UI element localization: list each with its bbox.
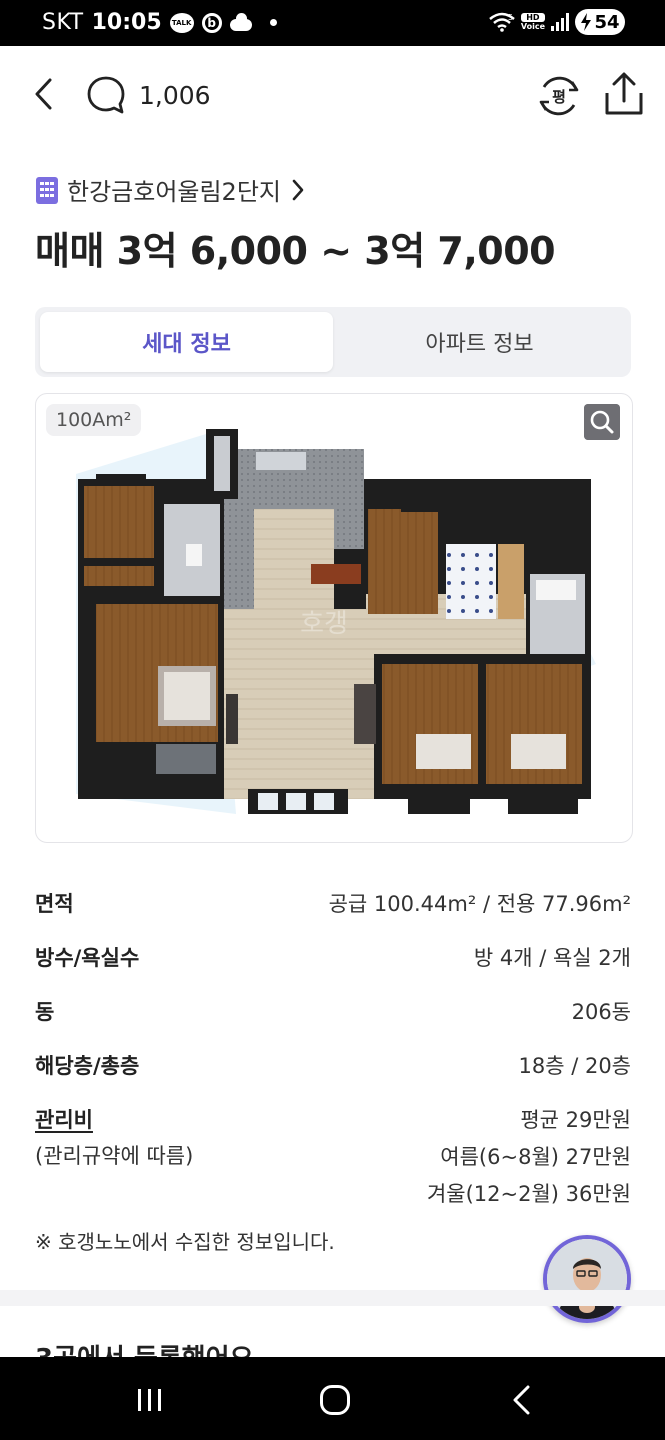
avatar-photo: [547, 1239, 627, 1319]
clock: 10:05: [91, 10, 162, 35]
rooms-label: 방수/욕실수: [35, 946, 140, 970]
pyeong-toggle-icon[interactable]: 평: [536, 73, 582, 119]
top-navigation: 1,006 평: [0, 46, 665, 146]
floorplan-card[interactable]: 100Am² 호갱: [35, 393, 633, 843]
complex-link[interactable]: 한강금호어울림2단지: [35, 172, 307, 207]
network-type-label: 5: [508, 13, 513, 22]
info-tabs: 세대 정보 아파트 정보: [35, 307, 631, 377]
share-icon[interactable]: [603, 71, 645, 117]
floor-row: 해당층/총층 18층 / 20층: [35, 1050, 631, 1080]
floor-value: 18층 / 20층: [518, 1054, 631, 1078]
floor-label: 해당층/총층: [35, 1054, 140, 1078]
section-divider: [0, 1290, 665, 1306]
rooms-value: 방 4개 / 욕실 2개: [473, 946, 631, 970]
cloud-icon: [229, 12, 252, 31]
status-bar: SKT 10:05 TALK b 5 HD Voice 54: [0, 0, 665, 46]
comment-count: 1,006: [139, 80, 211, 110]
chevron-right-icon: [292, 179, 304, 200]
comment-button[interactable]: 1,006: [85, 74, 211, 116]
floating-agent-avatar[interactable]: [543, 1235, 631, 1323]
dong-label: 동: [35, 1000, 55, 1024]
floorplan-image: 호갱: [76, 429, 596, 814]
price-range: 매매 3억 6,000 ~ 3억 7,000: [35, 229, 556, 273]
comment-icon: [87, 76, 125, 114]
charging-bolt-icon: [581, 13, 592, 31]
system-back-icon[interactable]: [510, 1384, 534, 1416]
complex-name: 한강금호어울림2단지: [67, 178, 281, 206]
carrier-label: SKT: [42, 10, 84, 35]
recent-apps-icon[interactable]: [135, 1387, 165, 1413]
fee-note: (관리규약에 따름): [35, 1144, 194, 1168]
tab-unit-info[interactable]: 세대 정보: [40, 312, 333, 372]
home-icon[interactable]: [320, 1385, 350, 1415]
dong-value: 206동: [571, 1000, 631, 1024]
unit-type-badge: 100Am²: [46, 404, 142, 436]
fee-winter: 겨울(12~2월) 36만원: [426, 1182, 631, 1206]
voice-label: Voice: [520, 22, 545, 31]
kakaotalk-icon: TALK: [169, 12, 194, 33]
zoom-icon[interactable]: [584, 404, 620, 440]
notification-dot-icon: [269, 19, 277, 26]
hd-label: HD: [520, 13, 545, 22]
management-fee-link[interactable]: 관리비: [35, 1104, 93, 1134]
fee-average: 평균 29만원: [520, 1108, 631, 1132]
fee-summer: 여름(6~8월) 27만원: [440, 1145, 631, 1169]
battery-level: 54: [594, 11, 620, 33]
signal-icon: [551, 13, 569, 31]
dong-row: 동 206동: [35, 996, 631, 1026]
wifi-icon: 5: [489, 12, 515, 32]
rooms-row: 방수/욕실수 방 4개 / 욕실 2개: [35, 942, 631, 972]
battery-icon: 54: [575, 9, 625, 35]
area-row: 면적 공급 100.44m² / 전용 77.96m²: [35, 888, 631, 918]
floorplan-watermark: 호갱: [300, 609, 348, 639]
building-icon: [36, 176, 58, 204]
band-icon: b: [201, 12, 222, 33]
area-label: 면적: [35, 892, 74, 916]
fee-values: 평균 29만원 여름(6~8월) 27만원 겨울(12~2월) 36만원: [427, 1102, 631, 1213]
pyeong-label: 평: [552, 88, 566, 106]
back-arrow-icon[interactable]: [30, 74, 60, 114]
hd-voice-icon: HD Voice: [520, 13, 545, 31]
area-value: 공급 100.44m² / 전용 77.96m²: [328, 892, 631, 916]
system-navigation-bar: [0, 1357, 665, 1440]
tab-apartment-info[interactable]: 아파트 정보: [333, 312, 626, 372]
source-note: ※ 호갱노노에서 수집한 정보입니다.: [35, 1230, 335, 1254]
